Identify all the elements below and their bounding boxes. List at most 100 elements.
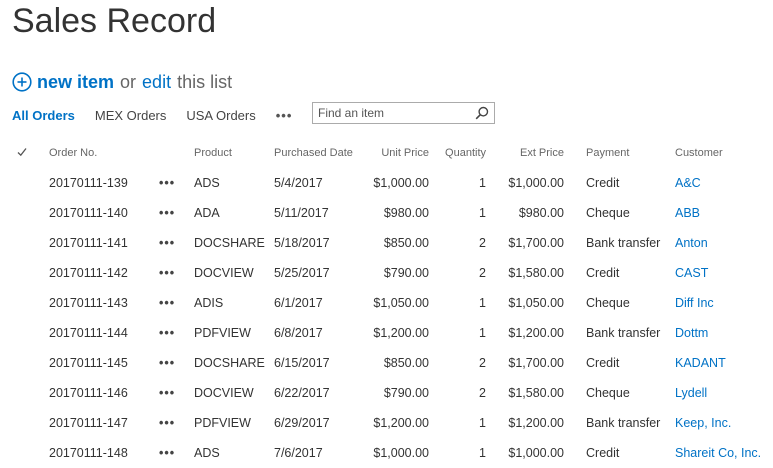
more-views-button[interactable]: ••• (276, 108, 293, 123)
quantity-cell: 1 (479, 446, 486, 460)
row-select-cell[interactable] (0, 228, 49, 258)
ellipsis-icon[interactable]: ••• (159, 266, 175, 280)
tab-mex-orders[interactable]: MEX Orders (95, 108, 167, 123)
gap-cell (564, 228, 586, 258)
order-number: 20170111-146 (49, 386, 128, 400)
search-icon[interactable] (475, 106, 489, 120)
customer-cell: ABB (675, 198, 773, 228)
row-menu-button[interactable]: ••• (159, 438, 194, 468)
column-header-payment[interactable]: Payment (586, 138, 675, 168)
customer-link[interactable]: Lydell (675, 386, 707, 400)
row-select-cell[interactable] (0, 288, 49, 318)
unit-price-cell: $1,200.00 (373, 326, 429, 340)
table-row[interactable]: 20170111-140 ••• ADA 5/11/2017 $980.00 1 $980.… (0, 198, 773, 228)
table-row[interactable]: 20170111-147 ••• PDFVIEW 6/29/2017 $1,200.00… (0, 408, 773, 438)
this-list-text: this list (177, 71, 233, 92)
customer-link[interactable]: Anton (675, 236, 708, 250)
column-header-unit-price[interactable]: Unit Price (356, 138, 429, 168)
order-number: 20170111-142 (49, 266, 128, 280)
tab-all-orders[interactable]: All Orders (12, 108, 75, 123)
ellipsis-icon[interactable]: ••• (159, 236, 175, 250)
row-menu-button[interactable]: ••• (159, 288, 194, 318)
customer-link[interactable]: CAST (675, 266, 708, 280)
checkmark-icon[interactable] (17, 147, 27, 157)
ellipsis-icon[interactable]: ••• (159, 296, 175, 310)
search-box (312, 102, 495, 124)
row-menu-button[interactable]: ••• (159, 168, 194, 198)
row-select-cell[interactable] (0, 258, 49, 288)
column-header-quantity[interactable]: Quantity (429, 138, 486, 168)
product-cell: DOCVIEW (194, 386, 254, 400)
table-row[interactable]: 20170111-148 ••• ADS 7/6/2017 $1,000.00 1 $1,0… (0, 438, 773, 468)
row-select-cell[interactable] (0, 348, 49, 378)
order-number: 20170111-139 (49, 176, 128, 190)
ellipsis-icon[interactable]: ••• (159, 326, 175, 340)
tab-usa-orders[interactable]: USA Orders (186, 108, 255, 123)
product-cell: ADS (194, 176, 220, 190)
order-number: 20170111-147 (49, 416, 128, 430)
ellipsis-icon[interactable]: ••• (159, 446, 175, 460)
column-header-purchased-date[interactable]: Purchased Date (274, 138, 356, 168)
row-menu-button[interactable]: ••• (159, 318, 194, 348)
plus-circle-icon[interactable] (12, 72, 32, 92)
row-select-cell[interactable] (0, 318, 49, 348)
row-select-cell[interactable] (0, 438, 49, 468)
table-row[interactable]: 20170111-145 ••• DOCSHARE 6/15/2017 $850.00 2… (0, 348, 773, 378)
ext-price-cell: $1,200.00 (508, 326, 564, 340)
row-menu-button[interactable]: ••• (159, 228, 194, 258)
customer-link[interactable]: Shareit Co, Inc. (675, 446, 761, 460)
unit-price-cell: $790.00 (383, 266, 429, 280)
product-cell: DOCVIEW (194, 266, 254, 280)
table-row[interactable]: 20170111-142 ••• DOCVIEW 5/25/2017 $790.00 2 $… (0, 258, 773, 288)
customer-cell: A&C (675, 168, 773, 198)
customer-link[interactable]: ABB (675, 206, 700, 220)
table-row[interactable]: 20170111-146 ••• DOCVIEW 6/22/2017 $790.00 2 $… (0, 378, 773, 408)
table-row[interactable]: 20170111-144 ••• PDFVIEW 6/8/2017 $1,200.00 1… (0, 318, 773, 348)
edit-list-link[interactable]: edit (142, 72, 171, 93)
payment-cell: Cheque (586, 386, 630, 400)
ellipsis-icon[interactable]: ••• (159, 176, 175, 190)
gap-cell (564, 168, 586, 198)
purchased-date-cell: 6/1/2017 (274, 296, 323, 310)
new-item-link[interactable]: new item (37, 72, 114, 93)
row-menu-button[interactable]: ••• (159, 258, 194, 288)
ext-price-cell: $1,580.00 (508, 266, 564, 280)
select-all-header[interactable] (0, 138, 49, 168)
table-row[interactable]: 20170111-139 ••• ADS 5/4/2017 $1,000.00 1 $1,0… (0, 168, 773, 198)
row-menu-button[interactable]: ••• (159, 198, 194, 228)
quantity-cell: 1 (479, 296, 486, 310)
ellipsis-icon[interactable]: ••• (159, 416, 175, 430)
ellipsis-icon[interactable]: ••• (159, 206, 175, 220)
customer-cell: Diff Inc (675, 288, 773, 318)
payment-cell: Credit (586, 176, 620, 190)
page-title: Sales Record (12, 2, 217, 40)
column-header-customer[interactable]: Customer (675, 138, 773, 168)
table-row[interactable]: 20170111-143 ••• ADIS 6/1/2017 $1,050.00 1 $1,… (0, 288, 773, 318)
order-number: 20170111-144 (49, 326, 128, 340)
gap-cell (564, 198, 586, 228)
search-input[interactable] (313, 103, 476, 123)
quantity-cell: 1 (479, 326, 486, 340)
column-header-product[interactable]: Product (194, 138, 274, 168)
customer-link[interactable]: A&C (675, 176, 701, 190)
column-header-ext-price[interactable]: Ext Price (486, 138, 564, 168)
table-row[interactable]: 20170111-141 ••• DOCSHARE 5/18/2017 $850.00 2… (0, 228, 773, 258)
customer-link[interactable]: Dottm (675, 326, 708, 340)
ellipsis-icon[interactable]: ••• (159, 386, 175, 400)
row-select-cell[interactable] (0, 168, 49, 198)
ellipsis-icon[interactable]: ••• (159, 356, 175, 370)
row-menu-button[interactable]: ••• (159, 378, 194, 408)
customer-link[interactable]: KADANT (675, 356, 726, 370)
row-select-cell[interactable] (0, 378, 49, 408)
row-menu-button[interactable]: ••• (159, 408, 194, 438)
row-menu-button[interactable]: ••• (159, 348, 194, 378)
payment-cell: Cheque (586, 206, 630, 220)
product-cell: PDFVIEW (194, 416, 251, 430)
column-header-order-no[interactable]: Order No. (49, 138, 159, 168)
customer-link[interactable]: Diff Inc (675, 296, 714, 310)
row-select-cell[interactable] (0, 408, 49, 438)
gap-cell (564, 318, 586, 348)
row-select-cell[interactable] (0, 198, 49, 228)
customer-link[interactable]: Keep, Inc. (675, 416, 731, 430)
purchased-date-cell: 5/11/2017 (274, 206, 329, 220)
